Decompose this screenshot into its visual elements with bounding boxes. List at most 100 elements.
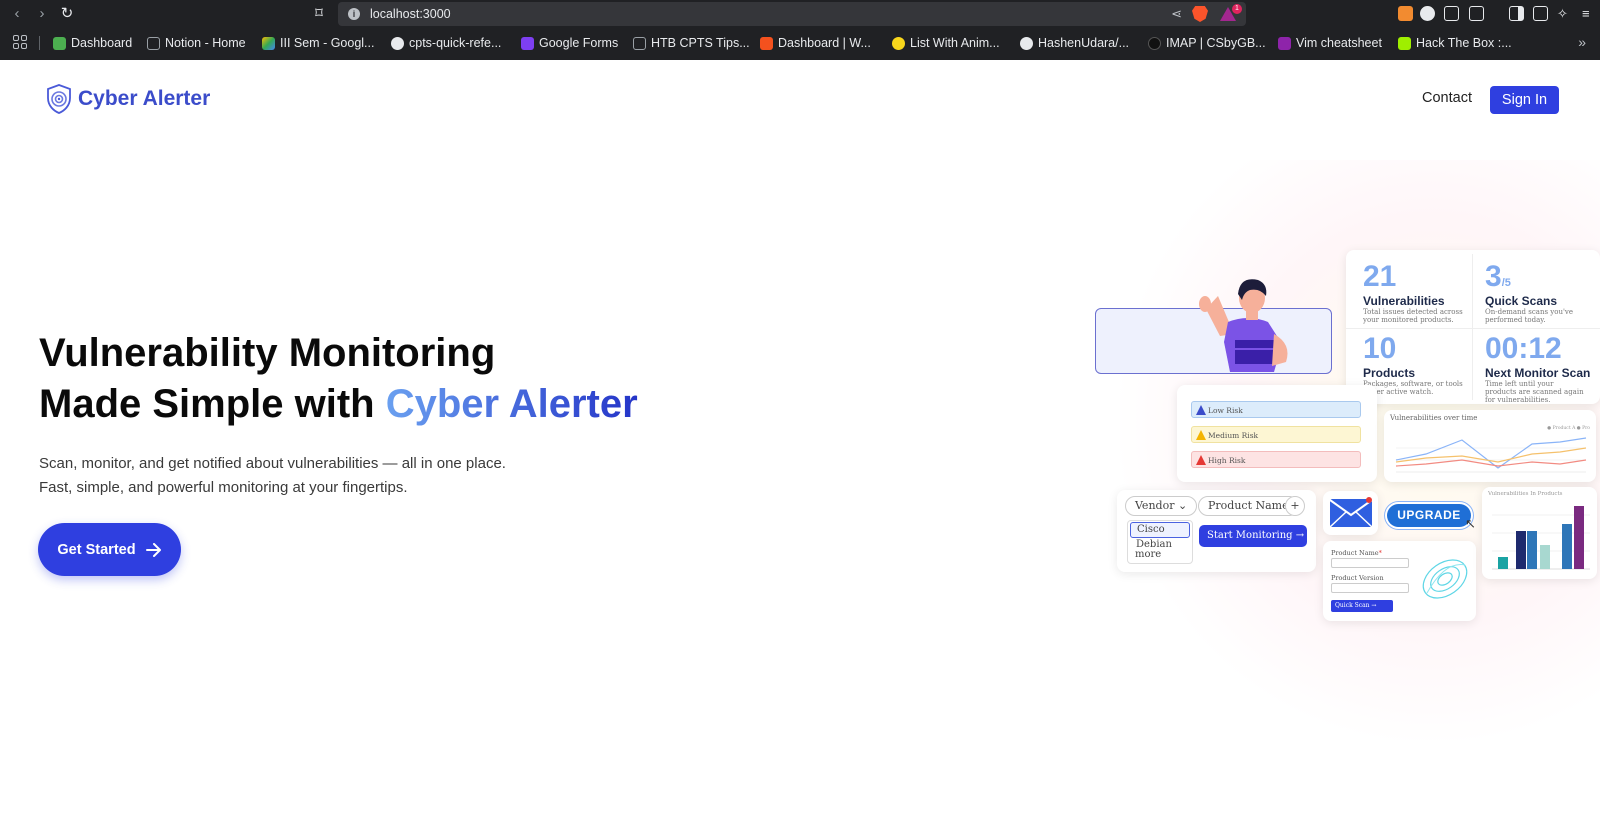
stat-vulnerabilities-value: 21 [1363,260,1396,294]
stat-value: 00:12 [1485,332,1562,365]
bar [1562,524,1572,569]
bookmark-item[interactable]: Google Forms [521,34,618,52]
line-chart [1395,437,1587,473]
sidebar-icon[interactable] [1509,6,1524,21]
mail-icon [1329,497,1373,528]
risk-label: High Risk [1208,456,1246,465]
back-icon[interactable]: ‹ [8,5,26,23]
hero-subtitle: Scan, monitor, and get notified about vu… [39,452,506,499]
leo-ai-icon[interactable]: ✧ [1557,6,1572,21]
plus-icon: + [1285,496,1305,516]
forward-icon[interactable]: › [33,5,51,23]
line-chart-legend: ● Product A ● Pro [1547,426,1590,431]
bookmark-item[interactable]: HTB CPTS Tips... [633,34,750,52]
csbygb-icon [1148,36,1161,50]
get-started-button[interactable]: Get Started [38,523,181,576]
risk-levels-card: Low Risk Medium Risk High Risk [1177,385,1377,482]
forms-icon [521,36,534,50]
stat-value: 21 [1363,260,1397,293]
bookmark-label: List With Anim... [910,36,1000,50]
bookmark-item[interactable]: Hack The Box :... [1398,34,1512,52]
drive-icon [262,36,275,50]
hero-subtitle-line2: Fast, simple, and powerful monitoring at… [39,478,408,496]
wallet-icon[interactable] [1533,6,1548,21]
bookmark-item[interactable]: Vim cheatsheet [1278,34,1382,52]
bar-chart [1492,506,1590,570]
chevron-down-icon: ⌄ [1177,499,1188,512]
apps-grid-icon[interactable] [13,35,27,49]
stat-desc: Packages, software, or tools under activ… [1363,380,1463,396]
line-chart-card: Vulnerabilities over time ● Product A ● … [1384,410,1596,482]
menu-icon[interactable]: ≡ [1582,6,1597,21]
extension-icon[interactable] [1420,6,1435,21]
bar [1498,557,1508,569]
monitor-card: Vendor ⌄ Product Name + Cisco Debian mor… [1117,490,1316,572]
bookmark-item[interactable]: IMAP | CSbyGB... [1148,34,1266,52]
stat-desc: On-demand scans you've performed today. [1485,308,1573,324]
vim-icon [1278,36,1291,50]
bookmark-icon[interactable]: ⌑ [310,5,328,23]
get-started-label: Get Started [57,541,136,558]
cursor-icon: ↖ [1465,516,1476,531]
address-bar[interactable]: i localhost:3000 ⋖ 1 [338,2,1246,26]
dashboard-icon [760,36,773,50]
bookmark-item[interactable]: Dashboard [53,34,132,52]
bookmark-item[interactable]: List With Anim... [892,34,1000,52]
stat-quick-scans-value: 3/5 [1485,260,1511,294]
puzzle-icon[interactable] [1444,6,1459,21]
risk-label: Medium Risk [1208,431,1259,440]
bookmark-item[interactable]: HashenUdara/... [1020,34,1129,52]
dropdown-option: more [1135,549,1162,560]
person-illustration [1199,279,1288,372]
sign-in-button[interactable]: Sign In [1490,86,1559,114]
bookmark-item[interactable]: III Sem - Googl... [262,34,374,52]
home-icon [147,36,160,50]
reload-icon[interactable]: ↻ [58,5,76,23]
brave-shields-icon[interactable] [1192,6,1208,22]
rewards-badge: 1 [1232,4,1242,14]
nav-contact-link[interactable]: Contact [1422,90,1472,106]
bookmark-label: HashenUdara/... [1038,36,1130,50]
browser-chrome: ‹ › ↻ ⌑ i localhost:3000 ⋖ 1 ✧ ≡ Dashboa… [0,0,1600,60]
bookmark-label: IMAP | CSbyGB... [1166,36,1266,50]
stats-divider-h [1346,328,1600,329]
bookmark-label: Notion - Home [165,36,246,50]
bookmark-item[interactable]: Notion - Home [147,34,246,52]
product-version-label: Product Version [1331,574,1384,582]
bookmark-item[interactable]: Dashboard | W... [760,34,871,52]
more-bookmarks-icon[interactable]: » [1578,34,1586,50]
bookmark-label: Vim cheatsheet [1296,36,1382,50]
risk-label: Low Risk [1208,406,1243,415]
bookmark-label: III Sem - Googl... [280,36,375,50]
bar [1574,506,1584,569]
upgrade-button: UPGRADE [1387,504,1471,527]
product-name-label: Product Name* [1331,549,1382,557]
extension-icon[interactable] [1398,6,1413,21]
radar-scan-icon [1422,559,1468,599]
browser-toolbar: ‹ › ↻ ⌑ i localhost:3000 ⋖ 1 ✧ ≡ [0,0,1600,28]
leaf-icon [892,36,905,50]
share-icon[interactable]: ⋖ [1171,6,1182,22]
stat-title: Vulnerabilities [1363,294,1445,308]
risk-medium: Medium Risk [1191,426,1361,443]
warning-icon [1196,430,1206,440]
site-info-icon[interactable]: i [348,8,360,20]
form-label-text: Product Name [1331,549,1379,557]
htb-icon [633,36,646,50]
stat-desc: Time left until your products are scanne… [1485,380,1584,404]
line-chart-title: Vulnerabilities over time [1390,414,1478,422]
cube-icon [53,36,66,50]
hero-title-line1: Vulnerability Monitoring [39,331,496,375]
extension-icon[interactable] [1469,6,1484,21]
url-text[interactable]: localhost:3000 [370,7,451,21]
risk-low: Low Risk [1191,401,1361,418]
bookmark-item[interactable]: cpts-quick-refe... [391,34,501,52]
brand-logo[interactable]: Cyber Alerter [46,84,210,114]
warning-icon [1196,405,1206,415]
bookmarks-divider [39,36,40,50]
quick-scan-button: Quick Scan → [1331,600,1393,612]
bar [1527,531,1537,569]
vendor-label: Vendor [1135,499,1175,512]
github-icon [391,36,404,50]
risk-high: High Risk [1191,451,1361,468]
